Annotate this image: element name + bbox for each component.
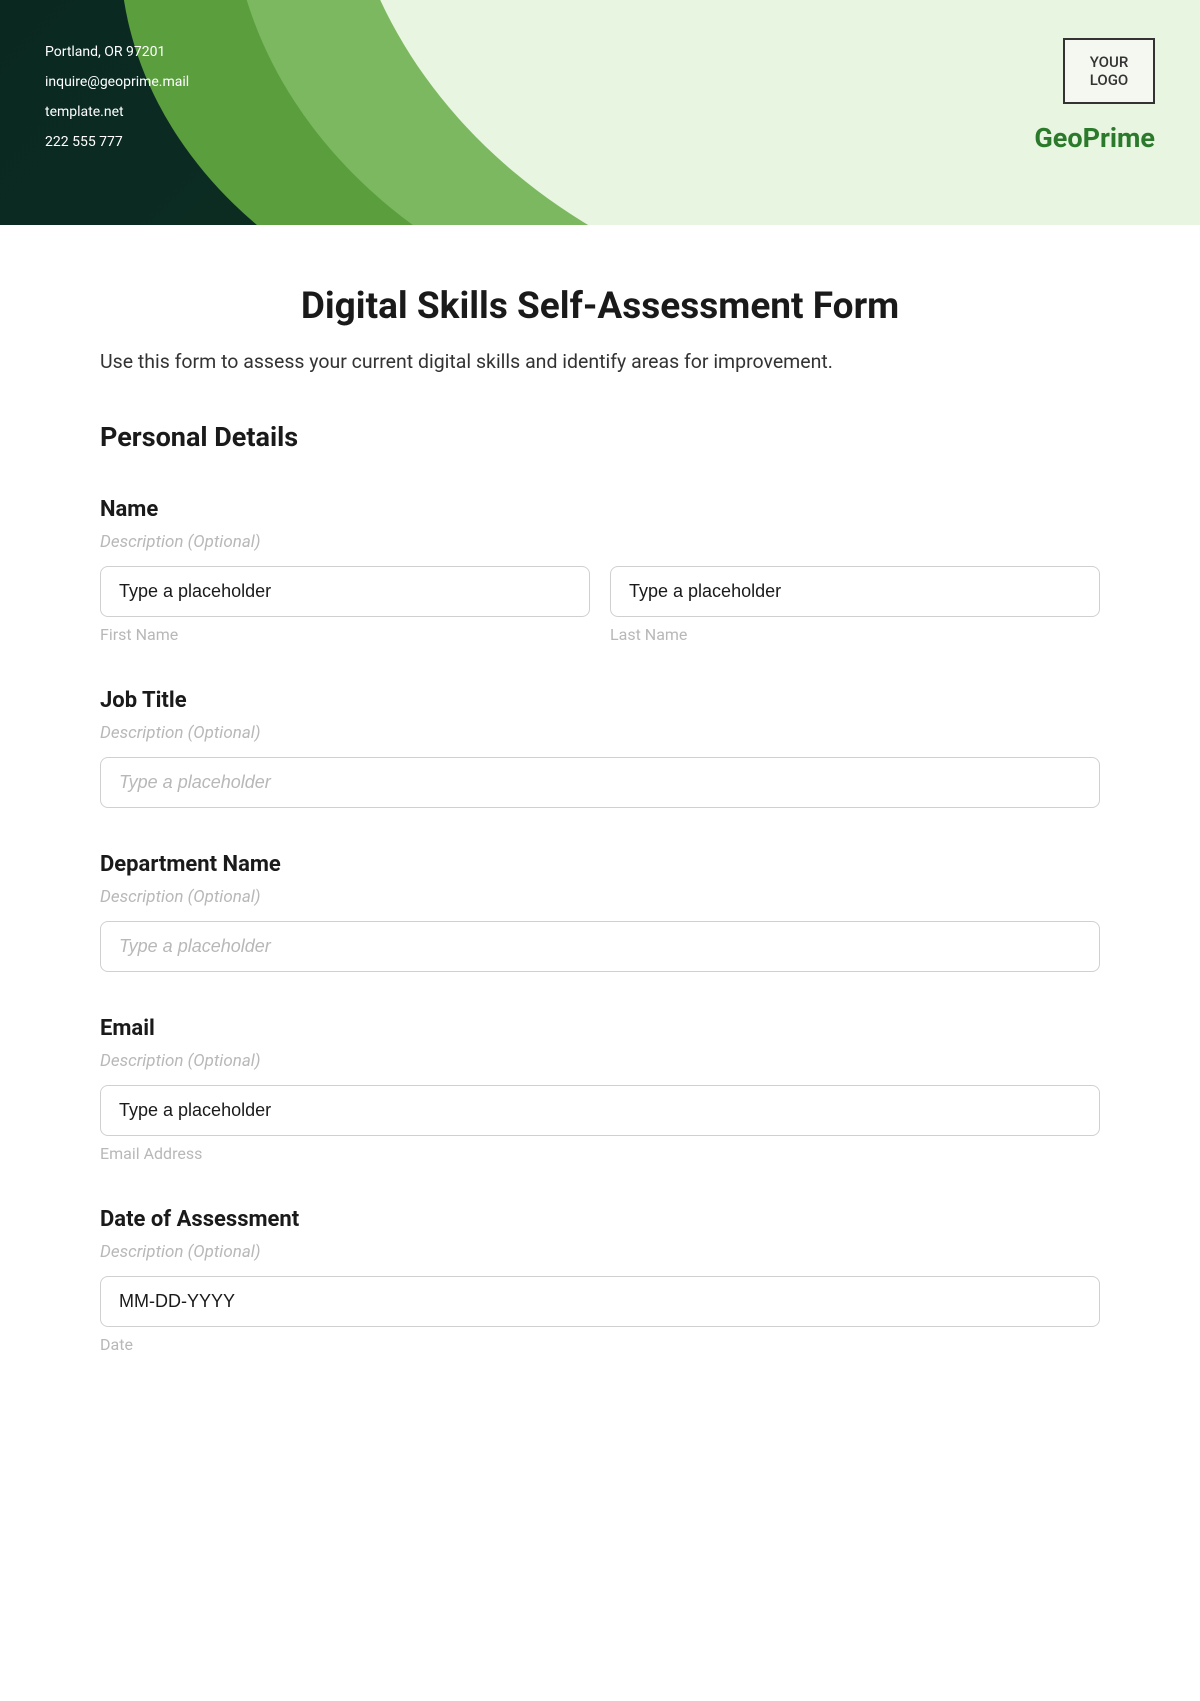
contact-email: inquire@geoprime.mail xyxy=(45,68,189,96)
contact-phone: 222 555 777 xyxy=(45,128,189,156)
field-label-date: Date of Assessment xyxy=(100,1207,1100,1232)
field-job-title: Job Title Description (Optional) xyxy=(100,688,1100,808)
field-description: Description (Optional) xyxy=(100,1051,1100,1071)
date-sublabel: Date xyxy=(100,1335,1100,1354)
field-label-name: Name xyxy=(100,497,1100,522)
date-input[interactable] xyxy=(100,1276,1100,1327)
field-label-email: Email xyxy=(100,1016,1100,1041)
field-description: Description (Optional) xyxy=(100,532,1100,552)
logo-text: LOGO xyxy=(1090,71,1129,89)
logo-placeholder: YOUR LOGO xyxy=(1063,38,1155,104)
first-name-input[interactable] xyxy=(100,566,590,617)
form-subtitle: Use this form to assess your current dig… xyxy=(100,350,1100,373)
contact-info: Portland, OR 97201 inquire@geoprime.mail… xyxy=(45,38,189,158)
contact-address: Portland, OR 97201 xyxy=(45,38,189,66)
contact-website: template.net xyxy=(45,98,189,126)
email-sublabel: Email Address xyxy=(100,1144,1100,1163)
logo-section: YOUR LOGO GeoPrime xyxy=(1034,38,1155,154)
first-name-sublabel: First Name xyxy=(100,625,590,644)
field-name: Name Description (Optional) First Name L… xyxy=(100,497,1100,644)
section-heading: Personal Details xyxy=(100,421,1100,453)
field-email: Email Description (Optional) Email Addre… xyxy=(100,1016,1100,1163)
last-name-sublabel: Last Name xyxy=(610,625,1100,644)
company-name: GeoPrime xyxy=(1034,122,1155,154)
last-name-input[interactable] xyxy=(610,566,1100,617)
logo-text: YOUR xyxy=(1090,53,1129,71)
email-input[interactable] xyxy=(100,1085,1100,1136)
field-date: Date of Assessment Description (Optional… xyxy=(100,1207,1100,1354)
field-description: Description (Optional) xyxy=(100,887,1100,907)
field-description: Description (Optional) xyxy=(100,723,1100,743)
form-title: Digital Skills Self-Assessment Form xyxy=(100,285,1100,328)
field-description: Description (Optional) xyxy=(100,1242,1100,1262)
header-banner: Portland, OR 97201 inquire@geoprime.mail… xyxy=(0,0,1200,225)
field-label-department: Department Name xyxy=(100,852,1100,877)
form-container: Digital Skills Self-Assessment Form Use … xyxy=(0,225,1200,1438)
department-input[interactable] xyxy=(100,921,1100,972)
job-title-input[interactable] xyxy=(100,757,1100,808)
field-label-job-title: Job Title xyxy=(100,688,1100,713)
field-department: Department Name Description (Optional) xyxy=(100,852,1100,972)
